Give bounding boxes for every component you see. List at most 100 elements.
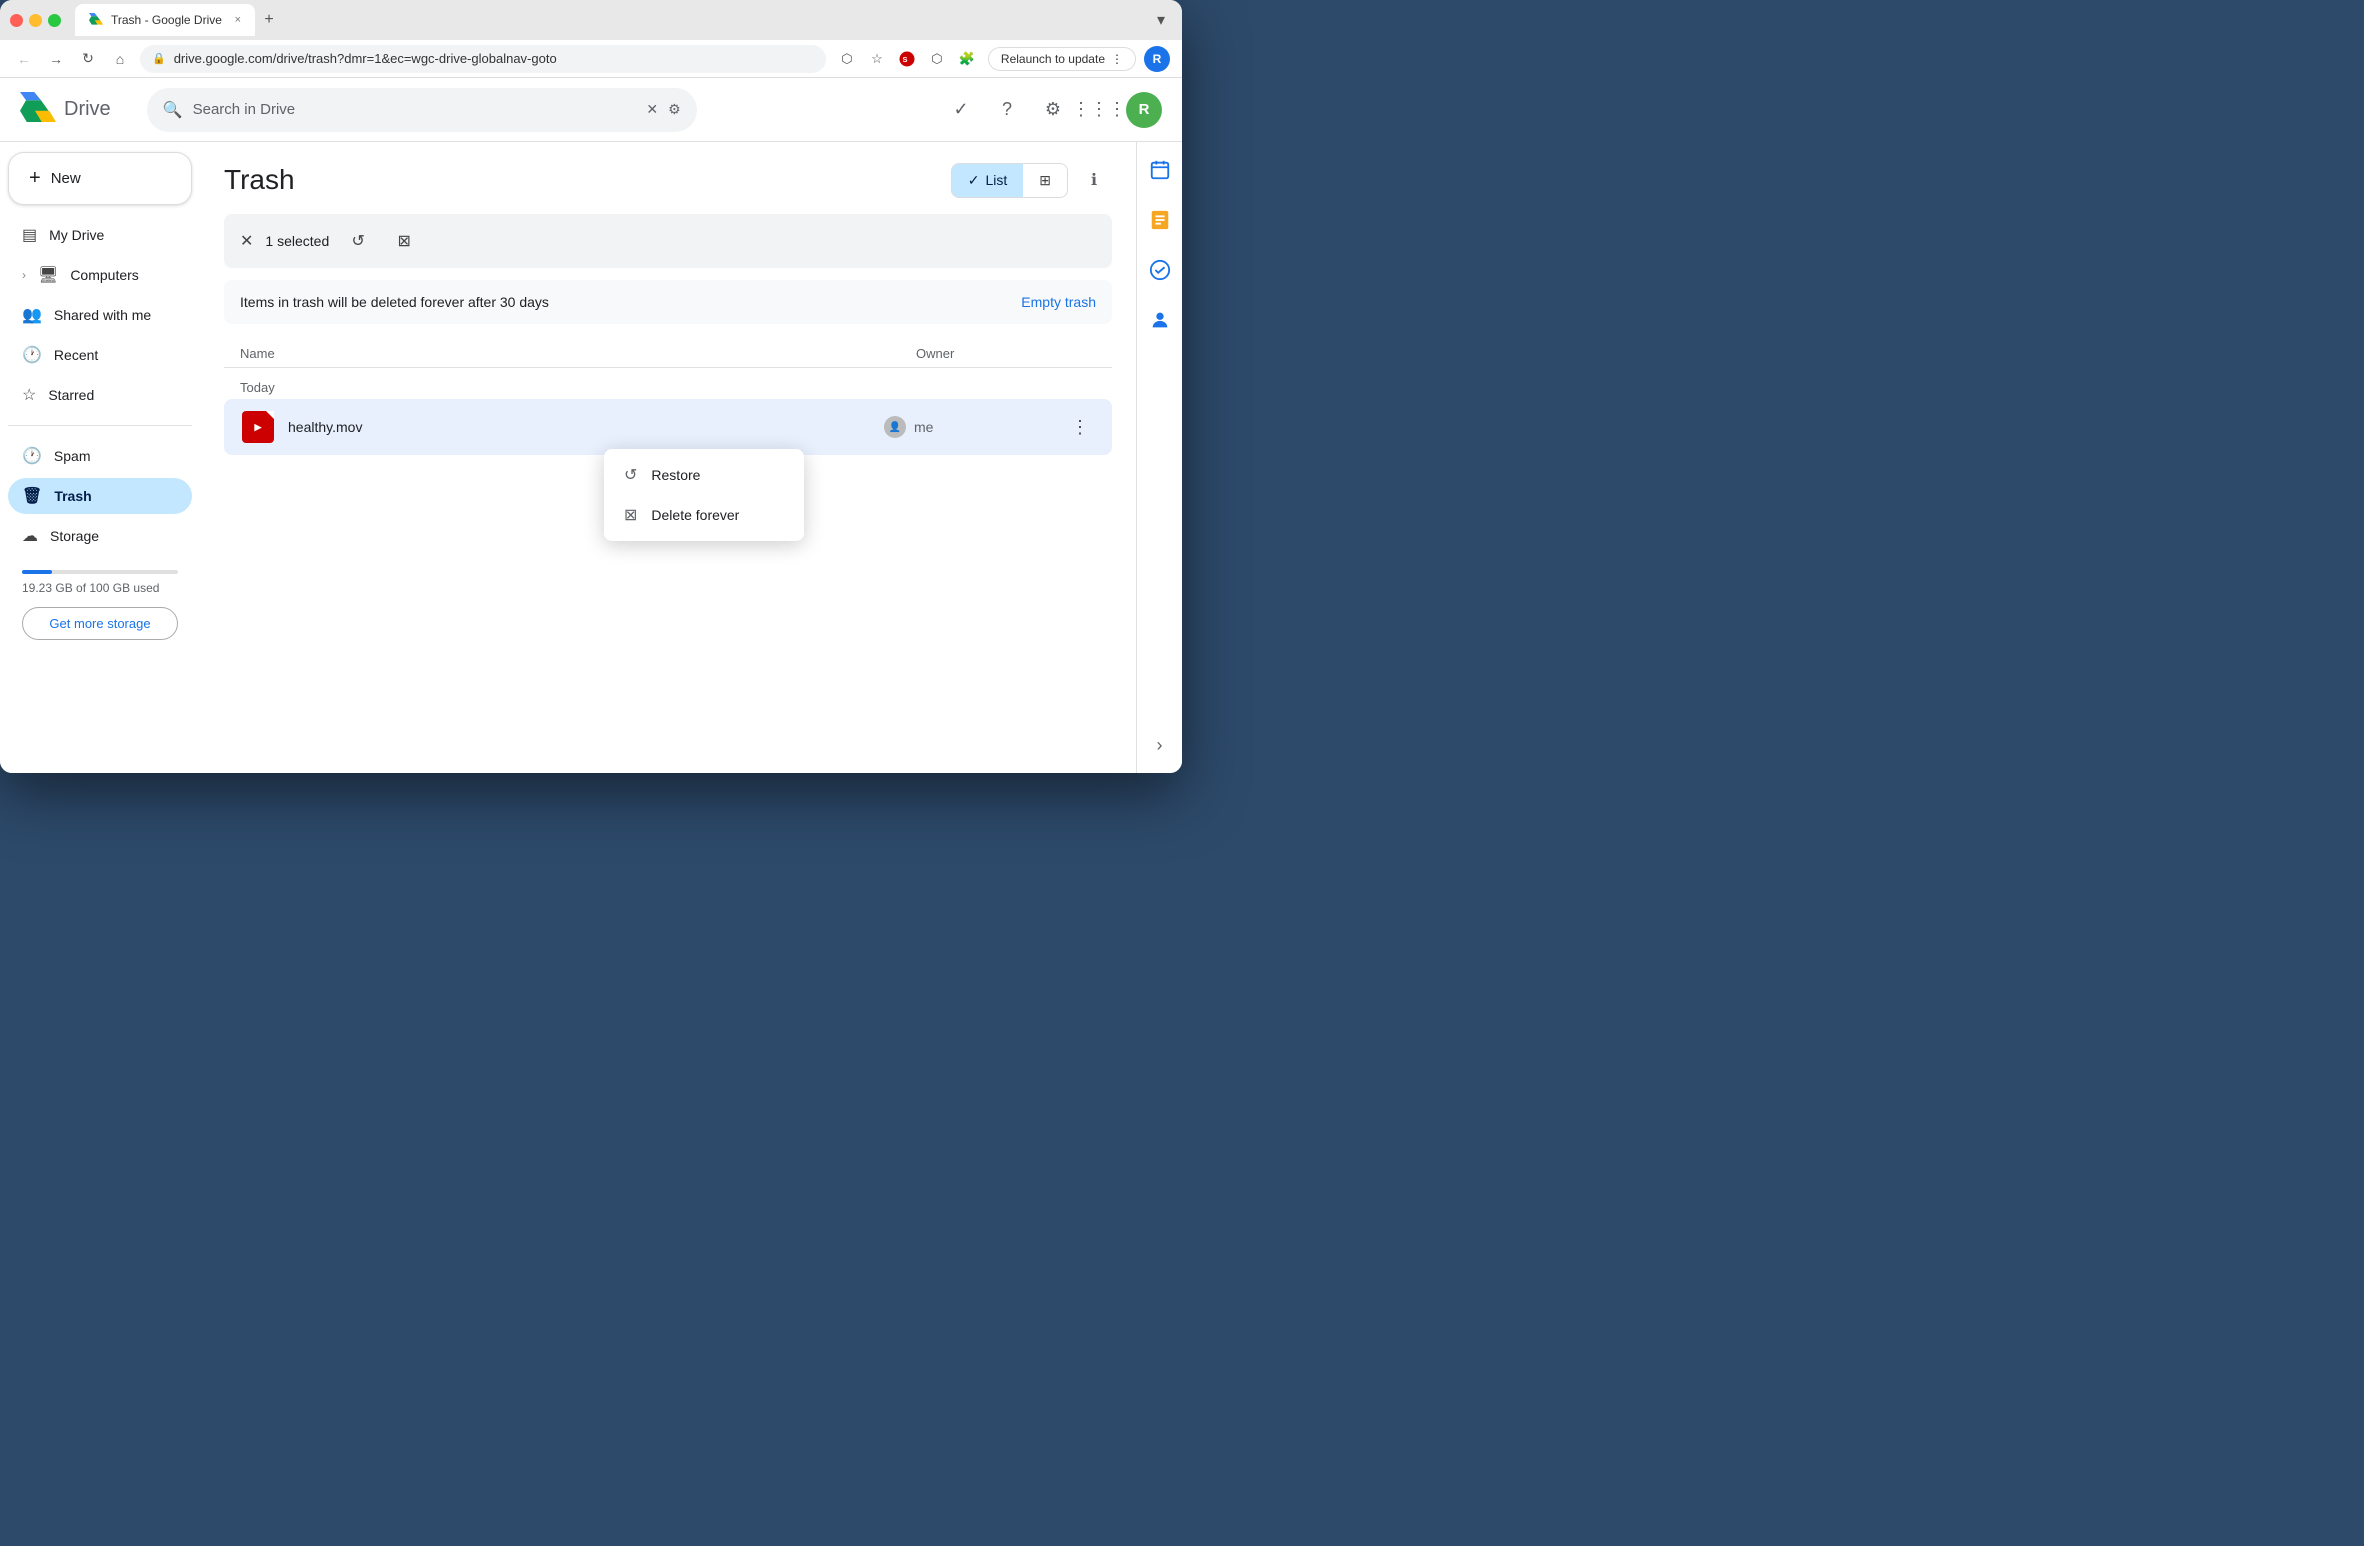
sidebar-item-shared[interactable]: 👥 Shared with me [8, 297, 192, 333]
sidebar-item-my-drive[interactable]: ▤ My Drive [8, 217, 192, 253]
sidebar-item-computers[interactable]: › 🖥 Computers [8, 257, 192, 293]
sidebar-item-spam[interactable]: 🕐 Spam [8, 438, 192, 474]
tab-close-button[interactable]: × [235, 14, 241, 26]
page-title: Trash [224, 164, 951, 196]
maximize-traffic-light[interactable] [48, 14, 61, 27]
search-filter-button[interactable]: ⚙ [668, 101, 681, 118]
active-tab[interactable]: Trash - Google Drive × [75, 4, 255, 36]
banner-text: Items in trash will be deleted forever a… [240, 294, 1021, 310]
drive-logo[interactable]: Drive [20, 92, 111, 128]
context-menu-delete-forever[interactable]: ⊠ Delete forever [604, 495, 804, 535]
computers-expand-icon: › [22, 268, 26, 282]
right-expand-icon[interactable]: › [1142, 727, 1178, 763]
storage-bar-fill [22, 570, 52, 574]
search-bar[interactable]: 🔍 Search in Drive ✕ ⚙ [147, 88, 697, 132]
file-row-healthy-mov[interactable]: ▶ healthy.mov 👤 me ⋮ [224, 399, 1112, 455]
right-sidebar: › [1136, 142, 1182, 773]
new-tab-button[interactable]: + [255, 6, 283, 34]
selection-bar: ✕ 1 selected ↺ ⊠ [224, 214, 1112, 268]
file-icon-wrap: ▶ [240, 409, 276, 445]
file-list-header: Name Owner [224, 340, 1112, 368]
right-tasks-icon[interactable] [1142, 252, 1178, 288]
browser-profile-icon[interactable]: R [1144, 46, 1170, 72]
content-header: Trash ✓ List ⊞ ℹ [224, 162, 1112, 198]
url-text: drive.google.com/drive/trash?dmr=1&ec=wg… [174, 51, 814, 66]
my-drive-icon: ▤ [22, 225, 37, 245]
search-icon: 🔍 [163, 100, 183, 120]
search-clear-button[interactable]: ✕ [646, 101, 658, 118]
new-button[interactable]: + New [8, 152, 192, 205]
sidebar-item-starred[interactable]: ☆ Starred [8, 377, 192, 413]
address-actions: ⬡ ☆ S ⬡ 🧩 [834, 46, 980, 72]
top-bar-actions: ✓ ? ⚙ ⋮⋮⋮ R [942, 91, 1162, 129]
spam-icon: 🕐 [22, 446, 42, 466]
grid-icon: ⊞ [1039, 172, 1051, 189]
extensions-button[interactable]: ⬡ [924, 46, 950, 72]
tab-bar: Trash - Google Drive × + ▾ [75, 4, 1172, 36]
main-layout: + New ▤ My Drive › 🖥 Computers 👥 Shared … [0, 142, 1182, 773]
bookmark-button[interactable]: ☆ [864, 46, 890, 72]
relaunch-button[interactable]: Relaunch to update ⋮ [988, 47, 1136, 71]
restore-selection-button[interactable]: ↺ [341, 224, 375, 258]
traffic-lights [10, 14, 61, 27]
video-file-icon: ▶ [242, 411, 274, 443]
right-calendar-icon[interactable] [1142, 152, 1178, 188]
back-button[interactable]: ← [12, 47, 36, 71]
sidebar-item-my-drive-label: My Drive [49, 227, 104, 243]
new-button-label: New [51, 170, 81, 187]
tab-overflow-button[interactable]: ▾ [1150, 9, 1172, 31]
deselect-button[interactable]: ✕ [240, 231, 253, 251]
info-button[interactable]: ℹ [1076, 162, 1112, 198]
home-button[interactable]: ⌂ [108, 47, 132, 71]
column-name-header: Name [240, 346, 916, 361]
delete-selection-button[interactable]: ⊠ [387, 224, 421, 258]
storage-text: 19.23 GB of 100 GB used [22, 580, 178, 597]
shared-icon: 👥 [22, 305, 42, 325]
file-more-button[interactable]: ⋮ [1064, 411, 1096, 443]
delete-forever-label: Delete forever [651, 507, 739, 523]
view-toggle: ✓ List ⊞ [951, 163, 1068, 198]
context-menu-restore[interactable]: ↺ Restore [604, 455, 804, 495]
right-contacts-icon[interactable] [1142, 302, 1178, 338]
storage-section: 19.23 GB of 100 GB used Get more storage [8, 562, 192, 648]
sidebar-item-recent[interactable]: 🕐 Recent [8, 337, 192, 373]
cast-button[interactable]: ⬡ [834, 46, 860, 72]
right-notes-icon[interactable] [1142, 202, 1178, 238]
help-button[interactable]: ? [988, 91, 1026, 129]
selection-count: 1 selected [265, 233, 329, 249]
sidebar-divider [8, 425, 192, 426]
apps-button[interactable]: ⋮⋮⋮ [1080, 91, 1118, 129]
grid-view-button[interactable]: ⊞ [1023, 164, 1067, 197]
recent-icon: 🕐 [22, 345, 42, 365]
sidebar: + New ▤ My Drive › 🖥 Computers 👥 Shared … [0, 142, 200, 773]
close-traffic-light[interactable] [10, 14, 23, 27]
empty-trash-button[interactable]: Empty trash [1021, 294, 1096, 310]
extensions-puzzle-button[interactable]: 🧩 [954, 46, 980, 72]
settings-button[interactable]: ⚙ [1034, 91, 1072, 129]
browser-window: Trash - Google Drive × + ▾ ← → ↻ ⌂ 🔒 dri… [0, 0, 1182, 773]
drive-logo-icon [20, 92, 56, 128]
relaunch-label: Relaunch to update [1001, 52, 1105, 66]
sidebar-item-trash[interactable]: 🗑 Trash [8, 478, 192, 514]
owner-avatar: 👤 [884, 416, 906, 438]
forward-button[interactable]: → [44, 47, 68, 71]
sidebar-item-trash-label: Trash [54, 488, 91, 504]
column-owner-header: Owner [916, 346, 1096, 361]
list-view-button[interactable]: ✓ List [952, 164, 1024, 197]
app-top-bar: Drive 🔍 Search in Drive ✕ ⚙ ✓ ? ⚙ ⋮⋮⋮ R [0, 78, 1182, 142]
reload-button[interactable]: ↻ [76, 47, 100, 71]
check-icon-button[interactable]: ✓ [942, 91, 980, 129]
address-field[interactable]: 🔒 drive.google.com/drive/trash?dmr=1&ec=… [140, 45, 826, 73]
seo-extension-button[interactable]: S [894, 46, 920, 72]
trash-icon: 🗑 [22, 486, 42, 506]
profile-avatar[interactable]: R [1126, 92, 1162, 128]
file-group-today: Today [224, 372, 1112, 399]
sidebar-item-computers-label: Computers [70, 267, 138, 283]
sidebar-item-shared-label: Shared with me [54, 307, 151, 323]
sidebar-item-storage[interactable]: ☁ Storage [8, 518, 192, 554]
search-placeholder-text: Search in Drive [193, 101, 637, 118]
get-storage-button[interactable]: Get more storage [22, 607, 178, 640]
restore-label: Restore [651, 467, 700, 483]
sidebar-item-starred-label: Starred [48, 387, 94, 403]
minimize-traffic-light[interactable] [29, 14, 42, 27]
